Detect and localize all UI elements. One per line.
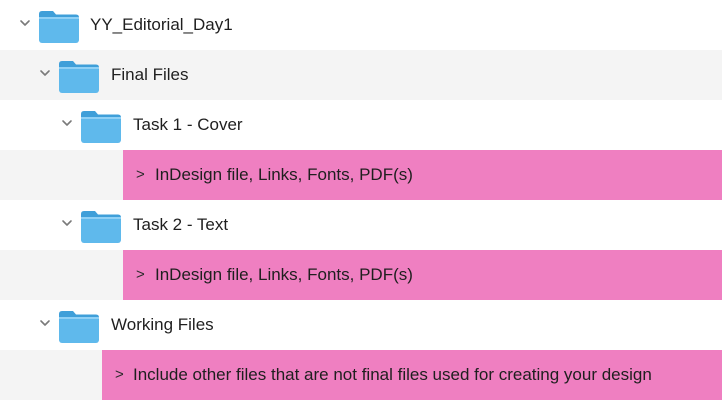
chevron-down-icon[interactable] (38, 66, 52, 80)
folder-row-final-files[interactable]: Final Files (0, 50, 722, 100)
note-row-task-2: > InDesign file, Links, Fonts, PDF(s) (0, 250, 722, 300)
folder-icon (80, 108, 122, 144)
highlight-note[interactable]: > Include other files that are not final… (102, 350, 722, 400)
note-row-working-files: > Include other files that are not final… (0, 350, 722, 400)
folder-icon (80, 208, 122, 244)
folder-name: Working Files (111, 315, 214, 334)
folder-row-task-2[interactable]: Task 2 - Text (0, 200, 722, 250)
folder-name: Task 2 - Text (133, 215, 229, 234)
folder-icon (58, 308, 100, 344)
folder-row-working-files[interactable]: Working Files (0, 300, 722, 350)
folder-name: Task 1 - Cover (133, 115, 243, 134)
chevron-right-icon[interactable]: > (136, 264, 145, 286)
note-text: InDesign file, Links, Fonts, PDF(s) (155, 165, 413, 184)
note-row-task-1: > InDesign file, Links, Fonts, PDF(s) (0, 150, 722, 200)
highlight-note[interactable]: > InDesign file, Links, Fonts, PDF(s) (123, 150, 722, 200)
chevron-down-icon[interactable] (38, 316, 52, 330)
folder-row-root[interactable]: YY_Editorial_Day1 (0, 0, 722, 50)
chevron-down-icon[interactable] (18, 16, 32, 30)
note-text: InDesign file, Links, Fonts, PDF(s) (155, 265, 413, 284)
chevron-down-icon[interactable] (60, 216, 74, 230)
folder-icon (38, 8, 80, 44)
highlight-note[interactable]: > InDesign file, Links, Fonts, PDF(s) (123, 250, 722, 300)
chevron-right-icon[interactable]: > (136, 164, 145, 186)
folder-icon (58, 58, 100, 94)
chevron-down-icon[interactable] (60, 116, 74, 130)
folder-name: YY_Editorial_Day1 (90, 15, 233, 34)
note-text: Include other files that are not final f… (133, 365, 652, 384)
folder-row-task-1[interactable]: Task 1 - Cover (0, 100, 722, 150)
folder-name: Final Files (111, 65, 189, 84)
chevron-right-icon[interactable]: > (115, 364, 124, 386)
